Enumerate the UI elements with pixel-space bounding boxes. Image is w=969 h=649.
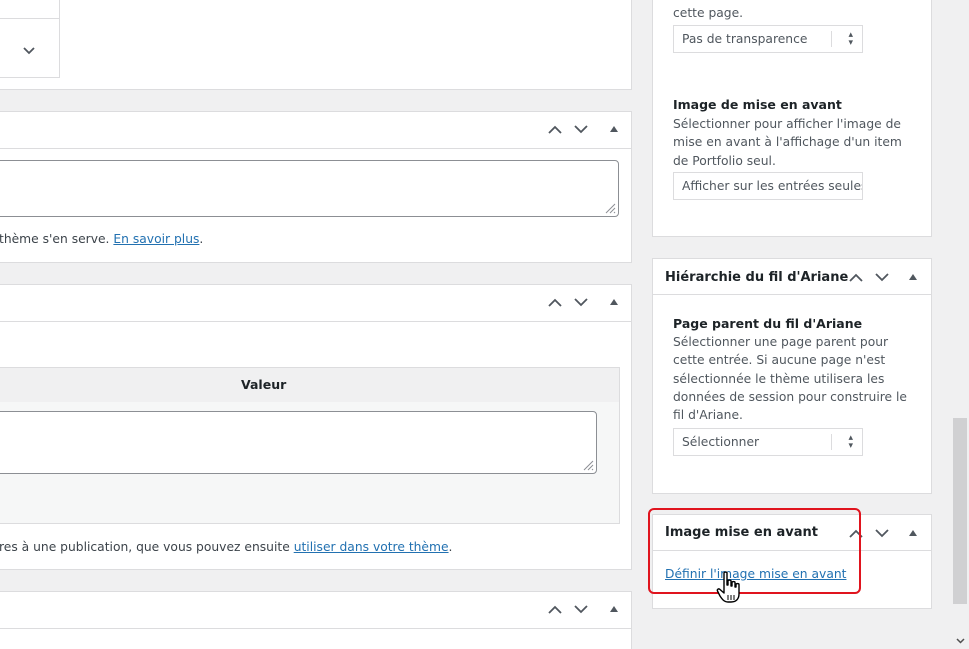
parent-page-label: Page parent du fil d'Ariane	[673, 316, 863, 331]
resize-grip-icon[interactable]	[582, 459, 594, 471]
triangle-toggle-icon[interactable]	[604, 292, 624, 312]
chevron-down-icon[interactable]	[23, 44, 35, 59]
scrollbar-thumb[interactable]	[953, 418, 967, 604]
featured-display-desc: Sélectionner pour afficher l'image de mi…	[673, 117, 902, 168]
table-header: Valeur	[0, 368, 619, 402]
panel-header-divider	[0, 148, 631, 149]
transparency-select-value: Pas de transparence	[682, 32, 808, 46]
chevron-up-icon[interactable]	[545, 292, 565, 312]
parent-page-select-value: Sélectionner	[682, 435, 760, 449]
footer-text-suffix: .	[448, 540, 453, 554]
highlight-rectangle	[648, 508, 861, 594]
panel-header-divider	[653, 294, 931, 295]
left-panel-c: Valeur res à une publication, que vous p…	[0, 284, 632, 570]
left-panel-a	[0, 0, 632, 90]
excerpt-textarea[interactable]	[0, 160, 619, 217]
chevron-up-icon[interactable]	[545, 119, 565, 139]
chevron-down-icon[interactable]	[872, 267, 892, 287]
footer-text-prefix: res à une publication, que vous pouvez e…	[0, 540, 290, 554]
featured-display-select[interactable]: Afficher sur les entrées seules	[673, 172, 863, 200]
custom-fields-footer-text: res à une publication, que vous pouvez e…	[0, 540, 452, 554]
scroll-down-arrow-icon[interactable]	[956, 633, 965, 648]
select-arrows-icon: ▴ ▾	[848, 433, 853, 451]
transparency-select[interactable]: Pas de transparence ▴ ▾	[673, 25, 863, 53]
helper-text-prefix: thème s'en serve.	[0, 232, 110, 246]
breadcrumb-hierarchy-panel: Hiérarchie du fil d'Ariane Page parent d…	[652, 258, 932, 494]
triangle-toggle-icon[interactable]	[903, 267, 923, 287]
left-panel-b: thème s'en serve. En savoir plus.	[0, 111, 632, 263]
helper-text-suffix: .	[199, 232, 204, 246]
parent-page-desc: Sélectionner une page parent pour cette …	[673, 335, 907, 423]
parent-page-select[interactable]: Sélectionner ▴ ▾	[673, 428, 863, 456]
panel-header-divider	[0, 321, 631, 322]
field-value-textarea[interactable]	[0, 411, 597, 474]
scrollbar-track[interactable]	[951, 0, 969, 649]
column-header-value: Valeur	[241, 377, 287, 392]
chevron-down-icon[interactable]	[571, 599, 591, 619]
chevron-up-icon[interactable]	[545, 599, 565, 619]
panel-header-divider	[0, 628, 631, 629]
transparency-desc-tail: cette page.	[673, 6, 744, 20]
select-arrows-icon: ▴ ▾	[848, 30, 853, 48]
custom-fields-table: Valeur	[0, 367, 620, 524]
triangle-toggle-icon[interactable]	[604, 599, 624, 619]
divider	[0, 18, 59, 19]
panel-title: Hiérarchie du fil d'Ariane	[665, 270, 849, 285]
right-panel-page-options: cette page. Pas de transparence ▴ ▾ Image…	[652, 0, 932, 237]
chevron-up-icon[interactable]	[846, 267, 866, 287]
featured-display-select-value: Afficher sur les entrées seules	[682, 179, 863, 193]
triangle-toggle-icon[interactable]	[604, 119, 624, 139]
learn-more-link[interactable]: En savoir plus	[113, 232, 199, 246]
use-in-theme-link[interactable]: utiliser dans votre thème	[294, 540, 449, 554]
helper-text: thème s'en serve. En savoir plus.	[0, 232, 203, 246]
collapsed-select-box[interactable]	[0, 0, 60, 78]
triangle-toggle-icon[interactable]	[903, 523, 923, 543]
left-panel-d	[0, 591, 632, 649]
chevron-down-icon[interactable]	[571, 119, 591, 139]
chevron-down-icon[interactable]	[571, 292, 591, 312]
hand-cursor-icon	[716, 571, 742, 609]
resize-grip-icon[interactable]	[604, 202, 616, 214]
chevron-down-icon[interactable]	[872, 523, 892, 543]
featured-display-label: Image de mise en avant	[673, 97, 842, 112]
